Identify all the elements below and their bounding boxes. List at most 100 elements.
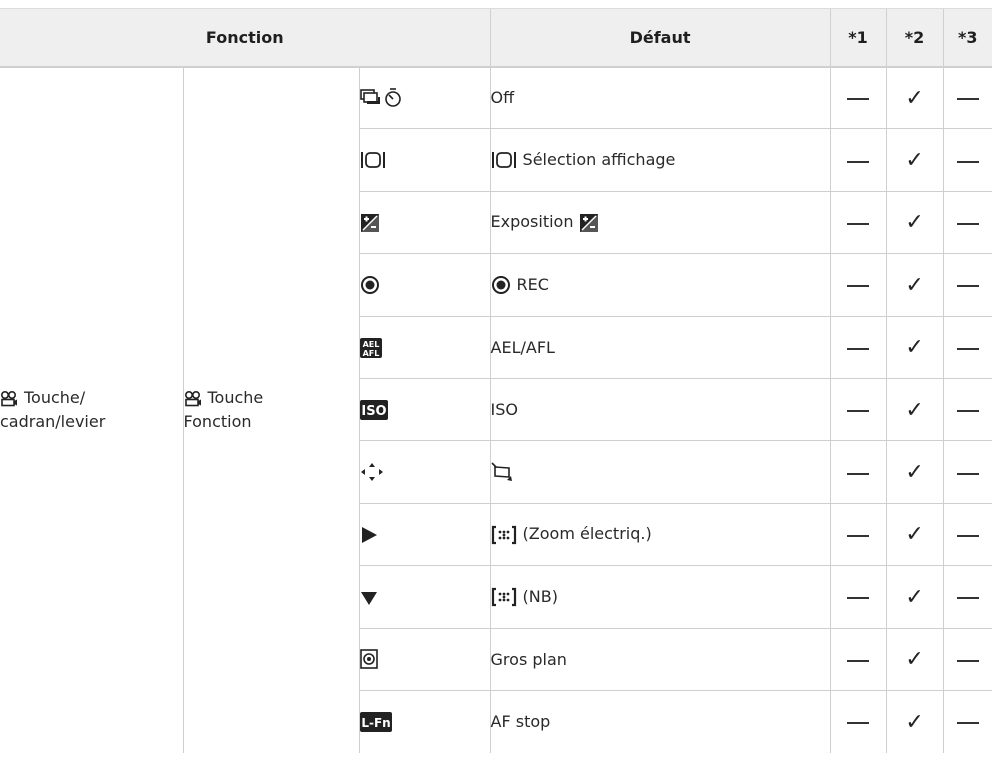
check-mark: ✓ xyxy=(905,85,924,111)
icon-cell: ISO xyxy=(358,378,491,442)
dash-mark xyxy=(847,98,870,101)
keystone-compensation-icon xyxy=(490,462,513,482)
dash-mark xyxy=(956,98,979,101)
col2-cell: ✓ xyxy=(885,378,944,442)
col3-cell xyxy=(942,503,992,567)
exposure-compensation-icon xyxy=(360,213,380,233)
col2-cell: ✓ xyxy=(885,565,944,629)
default-cell: (Zoom électriq.) xyxy=(489,503,831,567)
svg-text:AFL: AFL xyxy=(362,349,379,358)
icon-cell xyxy=(358,565,491,629)
col3-cell xyxy=(942,565,992,629)
header-col1: *1 xyxy=(829,8,887,68)
check-mark: ✓ xyxy=(905,647,924,673)
icon-cell: AEL AFL xyxy=(358,316,491,379)
col1-cell xyxy=(829,565,887,629)
dash-mark xyxy=(847,722,870,725)
default-cell: Gros plan xyxy=(489,628,831,691)
icon-cell xyxy=(358,66,491,130)
default-value: REC xyxy=(516,274,549,294)
col3-cell xyxy=(942,690,992,753)
check-mark: ✓ xyxy=(905,210,924,236)
col1-cell xyxy=(829,66,887,130)
col3-cell xyxy=(942,628,992,691)
dash-mark xyxy=(956,285,979,288)
col1-cell xyxy=(829,191,887,255)
dash-mark xyxy=(847,347,870,350)
check-mark: ✓ xyxy=(905,397,924,423)
default-value: (NB) xyxy=(522,586,558,606)
col3-cell xyxy=(942,253,992,317)
default-value: AF stop xyxy=(490,712,551,732)
col1-cell xyxy=(829,128,887,192)
dash-mark xyxy=(847,472,870,475)
subgroup-label-line2: Fonction xyxy=(183,412,252,432)
movie-camera-icon xyxy=(0,390,18,408)
dash-mark xyxy=(847,285,870,288)
col2-cell: ✓ xyxy=(885,503,944,567)
dash-mark xyxy=(847,160,870,163)
table-header-row: Fonction Défaut *1 *2 *3 xyxy=(0,8,992,68)
check-mark: ✓ xyxy=(905,148,924,174)
dash-mark xyxy=(847,597,870,600)
check-mark: ✓ xyxy=(905,272,924,298)
down-triangle-icon xyxy=(360,590,378,606)
col2-cell: ✓ xyxy=(885,66,944,130)
col1-cell xyxy=(829,503,887,567)
header-default: Défaut xyxy=(489,8,831,68)
default-cell xyxy=(489,440,831,504)
icon-cell xyxy=(358,440,491,504)
dash-mark xyxy=(956,410,979,413)
header-col2: *2 xyxy=(885,8,944,68)
default-value: Exposition xyxy=(490,212,574,232)
col1-cell xyxy=(829,690,887,753)
check-mark: ✓ xyxy=(905,460,924,486)
col2-cell: ✓ xyxy=(885,191,944,255)
dash-mark xyxy=(956,347,979,350)
svg-text:L-Fn: L-Fn xyxy=(361,716,390,730)
dash-mark xyxy=(847,534,870,537)
col3-cell xyxy=(942,66,992,130)
header-function: Fonction xyxy=(0,8,491,68)
check-mark: ✓ xyxy=(905,522,924,548)
display-selection-icon xyxy=(491,150,517,170)
dash-mark xyxy=(956,160,979,163)
default-cell: Exposition xyxy=(489,191,831,255)
play-right-icon xyxy=(360,526,378,544)
default-value: ISO xyxy=(490,400,518,420)
icon-cell: L-Fn xyxy=(358,690,491,753)
dash-mark xyxy=(847,410,870,413)
svg-text:AEL: AEL xyxy=(362,340,379,349)
subgroup-label-line1: Touche xyxy=(207,388,264,408)
dash-mark xyxy=(956,597,979,600)
check-mark: ✓ xyxy=(905,335,924,361)
col2-cell: ✓ xyxy=(885,690,944,753)
arrow-pad-icon xyxy=(360,462,384,482)
default-value: Off xyxy=(490,88,515,108)
rec-icon xyxy=(491,275,511,295)
col1-cell xyxy=(829,378,887,442)
col2-cell: ✓ xyxy=(885,316,944,379)
dash-mark xyxy=(956,722,979,725)
group-label-cell: Touche/ cadran/levier xyxy=(0,67,183,753)
default-value: Sélection affichage xyxy=(522,149,676,169)
sequential-self-timer-icon xyxy=(359,87,402,109)
dash-mark xyxy=(956,534,979,537)
col1-cell xyxy=(829,253,887,317)
icon-cell xyxy=(358,503,491,567)
rec-icon xyxy=(360,275,380,295)
icon-cell xyxy=(358,628,491,691)
header-col3: *3 xyxy=(942,8,992,68)
default-cell: AEL/AFL xyxy=(489,316,831,379)
col1-cell xyxy=(829,440,887,504)
function-defaults-table: Fonction Défaut *1 *2 *3 Touche/ cadran/… xyxy=(0,8,992,753)
exposure-compensation-icon xyxy=(579,213,599,233)
col2-cell: ✓ xyxy=(885,253,944,317)
af-area-icon xyxy=(491,587,517,607)
dash-mark xyxy=(956,659,979,662)
icon-cell xyxy=(358,191,491,255)
group-label-line2: cadran/levier xyxy=(0,412,106,432)
icon-cell xyxy=(358,128,491,192)
col3-cell xyxy=(942,191,992,255)
default-cell: (NB) xyxy=(489,565,831,629)
